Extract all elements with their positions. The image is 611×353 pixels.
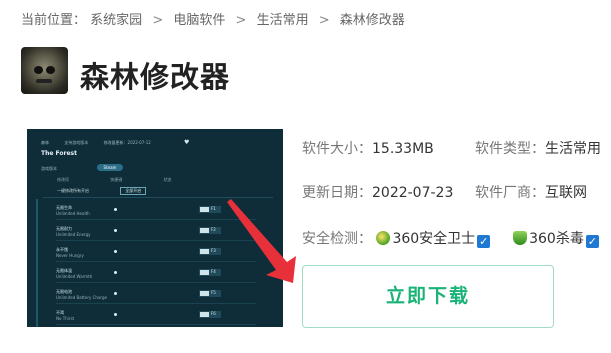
red-arrow-icon <box>227 199 296 283</box>
